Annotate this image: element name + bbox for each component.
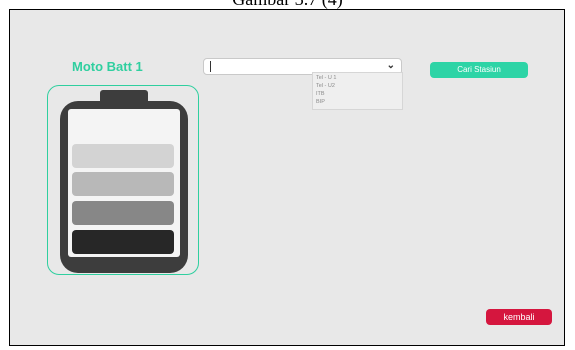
dropdown-option[interactable]: Tel - U 1 [316, 74, 399, 82]
page-title: Moto Batt 1 [72, 59, 143, 74]
dropdown-options: Tel - U 1 Tel - U2 ITB BIP [312, 72, 403, 110]
chevron-down-icon[interactable]: ⌄ [387, 60, 395, 71]
dropdown-option[interactable]: ITB [316, 90, 399, 98]
battery-icon [60, 90, 188, 273]
battery-segment [72, 230, 174, 254]
dropdown-option[interactable]: BIP [316, 98, 399, 106]
battery-segment [72, 144, 174, 168]
dropdown-option[interactable]: Tel - U2 [316, 82, 399, 90]
back-button[interactable]: kembali [486, 309, 552, 325]
battery-segment [72, 172, 174, 196]
figure-caption: Gambar 3.7 (4) [0, 0, 575, 9]
search-station-button[interactable]: Cari Stasiun [430, 62, 528, 78]
text-cursor [210, 61, 211, 72]
battery-segment [72, 201, 174, 225]
